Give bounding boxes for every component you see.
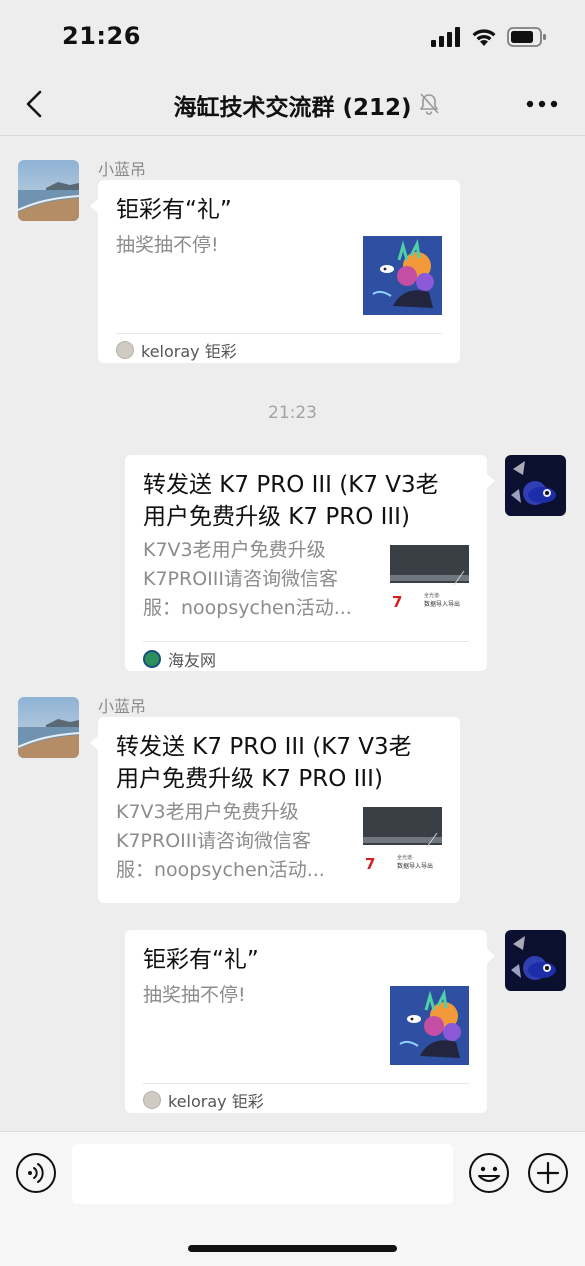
link-card[interactable]: 钜彩有“礼” 抽奖抽不停! keloray 钜彩	[90, 180, 460, 363]
status-bar: 21:26	[0, 0, 585, 72]
card-title-line: 转发送 K7 PRO III (K7 V3老	[116, 734, 412, 760]
card-description-line: 服：noopsychen活动...	[116, 859, 325, 881]
link-card[interactable]: 转发送 K7 PRO III (K7 V3老 用户免费升级 K7 PRO III…	[125, 455, 495, 671]
message-input[interactable]	[72, 1144, 453, 1204]
card-source: keloray 钜彩	[143, 1088, 264, 1112]
card-title-line: 用户免费升级 K7 PRO III)	[116, 766, 383, 792]
link-card[interactable]: 钜彩有“礼” 抽奖抽不停! keloray 钜彩	[125, 930, 495, 1113]
plus-icon[interactable]	[527, 1152, 569, 1194]
chat-header: 海缸技术交流群 (212)	[0, 72, 585, 136]
emoji-icon[interactable]	[468, 1152, 510, 1194]
svg-text:7: 7	[392, 593, 402, 611]
card-thumbnail	[390, 986, 469, 1065]
keloray-logo-icon	[116, 341, 134, 359]
sender-name: 小蓝吊	[98, 697, 147, 716]
status-time: 21:26	[62, 22, 141, 50]
card-source-label: keloray 钜彩	[168, 1092, 264, 1111]
sender-name: 小蓝吊	[98, 160, 147, 179]
card-source-label: keloray 钜彩	[141, 342, 237, 361]
card-description: 抽奖抽不停!	[143, 984, 246, 1006]
card-divider	[143, 1083, 469, 1084]
cellular-signal-icon	[431, 27, 460, 47]
svg-text:全光谱·: 全光谱·	[424, 592, 441, 599]
haiyou-logo-icon	[143, 650, 161, 668]
card-title: 钜彩有“礼”	[116, 197, 232, 223]
card-source: 海友网	[143, 647, 216, 671]
chat-title: 海缸技术交流群 (212)	[173, 95, 412, 121]
avatar[interactable]	[505, 455, 566, 516]
svg-text:数据导入导出: 数据导入导出	[424, 600, 460, 608]
keloray-logo-icon	[143, 1091, 161, 1109]
card-description-line: K7PROIII请咨询微信客	[116, 830, 311, 852]
card-thumbnail: 7 全光谱· 数据导入导出	[363, 803, 442, 882]
card-source: keloray 钜彩	[116, 338, 237, 362]
card-source-label: 海友网	[168, 651, 217, 670]
avatar[interactable]	[18, 697, 79, 758]
card-description-line: K7V3老用户免费升级	[116, 801, 299, 823]
bell-muted-icon	[420, 93, 439, 115]
card-divider	[116, 333, 442, 334]
card-thumbnail	[363, 236, 442, 315]
timestamp-divider: 21:23	[268, 403, 317, 423]
card-divider	[143, 641, 469, 642]
home-indicator[interactable]	[188, 1245, 397, 1252]
card-description: 抽奖抽不停!	[116, 234, 219, 256]
card-thumbnail: 7 全光谱· 数据导入导出	[390, 541, 469, 620]
card-description-line: K7V3老用户免费升级	[143, 539, 326, 561]
svg-text:7: 7	[365, 855, 375, 873]
ellipsis-icon[interactable]	[525, 94, 559, 114]
svg-text:全光谱·: 全光谱·	[397, 854, 414, 861]
battery-icon	[507, 27, 546, 47]
link-card[interactable]: 转发送 K7 PRO III (K7 V3老 用户免费升级 K7 PRO III…	[90, 717, 460, 903]
card-title-line: 用户免费升级 K7 PRO III)	[143, 504, 410, 530]
card-description-line: K7PROIII请咨询微信客	[143, 568, 338, 590]
svg-text:数据导入导出: 数据导入导出	[397, 862, 433, 870]
card-title: 钜彩有“礼”	[143, 947, 259, 973]
wifi-icon	[472, 29, 496, 46]
avatar[interactable]	[18, 160, 79, 221]
avatar[interactable]	[505, 930, 566, 991]
voice-icon[interactable]	[15, 1152, 57, 1194]
card-description-line: 服：noopsychen活动...	[143, 597, 352, 619]
card-title-line: 转发送 K7 PRO III (K7 V3老	[143, 472, 439, 498]
status-icons	[431, 27, 547, 47]
